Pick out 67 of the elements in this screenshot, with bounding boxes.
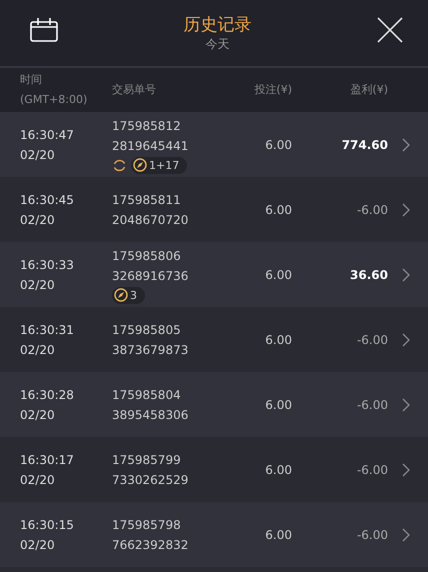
column-header: (GMT+8:00)	[20, 92, 88, 108]
chevron-right-icon	[402, 138, 410, 152]
order-number: 7662392832	[112, 536, 190, 554]
time-text: 16:30:15	[20, 516, 75, 534]
date-text: 02/20	[20, 212, 56, 228]
order-number: 3895458306	[112, 406, 190, 424]
order-number: 2048670720	[112, 212, 190, 228]
profit-amount: 774.60	[340, 136, 388, 154]
chevron-right-icon	[402, 268, 410, 282]
calendar-icon[interactable]	[30, 18, 58, 42]
time-text: 16:30:31	[20, 322, 75, 338]
compass-icon	[133, 158, 147, 172]
column-header: 时间	[20, 72, 43, 88]
count-text: 1+17	[149, 158, 180, 172]
stake-amount: 6.00	[264, 396, 292, 414]
date-text: 02/20	[20, 406, 56, 424]
order-number: 175985806	[112, 248, 182, 264]
date-filter[interactable]: 今天	[206, 36, 230, 52]
cycle-icon	[112, 158, 127, 172]
chevron-right-icon	[402, 462, 410, 476]
close-icon[interactable]	[377, 17, 403, 43]
order-number: 7330262529	[112, 472, 190, 488]
date-text: 02/20	[20, 536, 56, 554]
order-number: 175985812	[112, 118, 182, 134]
page-title: 历史记录	[184, 14, 252, 36]
profit-amount: -6.00	[356, 462, 388, 478]
table-row[interactable]: 16:30:33 02/20 175985806 3268916736 3 6.00 36.60	[0, 242, 428, 307]
chevron-right-icon	[402, 398, 410, 412]
order-number: 3873679873	[112, 342, 190, 358]
column-header: 投注(¥)	[254, 82, 292, 98]
profit-amount: -6.00	[356, 332, 388, 348]
order-number: 2819645441	[112, 138, 190, 154]
table-row[interactable]: 16:30:15 02/20 175985798 7662392832 6.00 -6.00	[0, 502, 428, 567]
profit-amount: -6.00	[356, 396, 388, 414]
time-text: 16:30:28	[20, 386, 75, 404]
profit-amount: -6.00	[356, 202, 388, 218]
stake-amount: 6.00	[264, 526, 292, 544]
time-text: 16:30:45	[20, 192, 75, 208]
date-text: 02/20	[20, 276, 56, 294]
table-row[interactable]: 16:30:47 02/20 175985812 2819645441 1+17 6.00 774.60	[0, 112, 428, 177]
stake-amount: 6.00	[264, 202, 292, 218]
date-text: 02/20	[20, 146, 56, 164]
chevron-right-icon	[402, 202, 410, 216]
order-number: 175985799	[112, 452, 182, 468]
time-text: 16:30:17	[20, 452, 75, 468]
time-text: 16:30:33	[20, 256, 75, 274]
compass-icon	[114, 288, 128, 302]
order-number: 3268916736	[112, 268, 190, 284]
order-number: 175985804	[112, 386, 182, 404]
chevron-right-icon	[402, 528, 410, 542]
order-number: 175985805	[112, 322, 182, 338]
stake-amount: 6.00	[264, 266, 292, 284]
column-header: 盈利(¥)	[350, 82, 388, 98]
time-text: 16:30:47	[20, 126, 75, 144]
date-text: 02/20	[20, 472, 56, 488]
order-number: 175985811	[112, 192, 182, 208]
order-number: 175985798	[112, 516, 182, 534]
stake-amount: 6.00	[264, 136, 292, 154]
chevron-right-icon	[402, 332, 410, 346]
date-text: 02/20	[20, 342, 56, 358]
stake-amount: 6.00	[264, 462, 292, 478]
profit-amount: 36.60	[349, 266, 388, 284]
stake-amount: 6.00	[264, 332, 292, 348]
table-row[interactable]: 16:30:28 02/20 175985804 3895458306 6.00 -6.00	[0, 372, 428, 437]
count-text: 3	[130, 288, 137, 302]
profit-amount: -6.00	[356, 526, 388, 544]
column-header: 交易单号	[112, 82, 157, 98]
